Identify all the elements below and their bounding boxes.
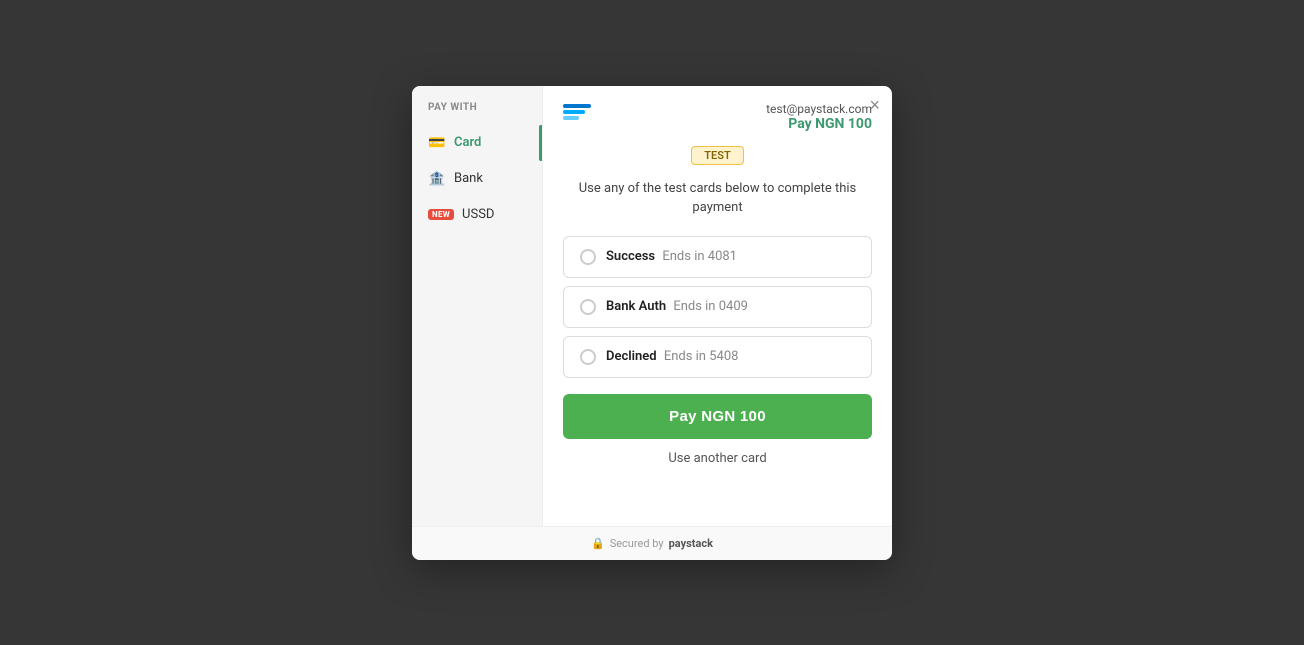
- card-icon: 💳: [428, 135, 446, 151]
- sidebar-item-card[interactable]: 💳 Card: [412, 125, 542, 161]
- radio-success[interactable]: [580, 249, 596, 265]
- paystack-brand: paystack: [669, 537, 713, 550]
- card-label-declined: Declined Ends in 5408: [606, 349, 738, 364]
- card-option-bank-auth[interactable]: Bank Auth Ends in 0409: [563, 286, 872, 328]
- sidebar-item-ussd[interactable]: NEW USSD: [412, 197, 542, 232]
- new-badge: NEW: [428, 209, 454, 220]
- paystack-logo: [563, 104, 591, 120]
- content-header: test@paystack.com Pay NGN 100: [563, 102, 872, 132]
- use-another-card-link[interactable]: Use another card: [563, 451, 872, 466]
- sidebar-item-card-label: Card: [454, 135, 481, 150]
- main-content: test@paystack.com Pay NGN 100 TEST Use a…: [542, 86, 892, 526]
- card-ends-bank-auth: Ends in 0409: [673, 299, 748, 314]
- bank-icon: 🏦: [428, 171, 446, 187]
- card-options: Success Ends in 4081 Bank Auth Ends in 0…: [563, 236, 872, 378]
- overlay: × PAY WITH 💳 Card 🏦 Bank NEW USSD: [0, 0, 1304, 645]
- header-pay-amount: Pay NGN 100: [766, 116, 872, 132]
- sidebar: PAY WITH 💳 Card 🏦 Bank NEW USSD: [412, 86, 542, 526]
- card-option-declined[interactable]: Declined Ends in 5408: [563, 336, 872, 378]
- sidebar-item-bank-label: Bank: [454, 171, 483, 186]
- close-button[interactable]: ×: [869, 96, 880, 114]
- instruction-text: Use any of the test cards below to compl…: [563, 179, 872, 218]
- radio-declined[interactable]: [580, 349, 596, 365]
- payment-modal: × PAY WITH 💳 Card 🏦 Bank NEW USSD: [412, 86, 892, 560]
- card-name-declined: Declined: [606, 349, 657, 364]
- secured-by-text: Secured by: [610, 537, 664, 550]
- header-info: test@paystack.com Pay NGN 100: [766, 102, 872, 132]
- sidebar-title: PAY WITH: [412, 102, 542, 125]
- test-badge: TEST: [691, 146, 743, 165]
- radio-bank-auth[interactable]: [580, 299, 596, 315]
- card-ends-success: Ends in 4081: [662, 249, 737, 264]
- header-email: test@paystack.com: [766, 102, 872, 116]
- modal-footer: 🔒 Secured by paystack: [412, 526, 892, 560]
- logo-bar-3: [563, 116, 579, 120]
- lock-icon: 🔒: [591, 537, 605, 550]
- logo-bar-2: [563, 110, 585, 114]
- card-label-bank-auth: Bank Auth Ends in 0409: [606, 299, 748, 314]
- sidebar-item-ussd-label: USSD: [462, 207, 494, 222]
- pay-button[interactable]: Pay NGN 100: [563, 394, 872, 439]
- card-ends-declined: Ends in 5408: [664, 349, 739, 364]
- card-name-success: Success: [606, 249, 655, 264]
- sidebar-item-bank[interactable]: 🏦 Bank: [412, 161, 542, 197]
- logo-bar-1: [563, 104, 591, 108]
- card-label-success: Success Ends in 4081: [606, 249, 737, 264]
- card-option-success[interactable]: Success Ends in 4081: [563, 236, 872, 278]
- card-name-bank-auth: Bank Auth: [606, 299, 666, 314]
